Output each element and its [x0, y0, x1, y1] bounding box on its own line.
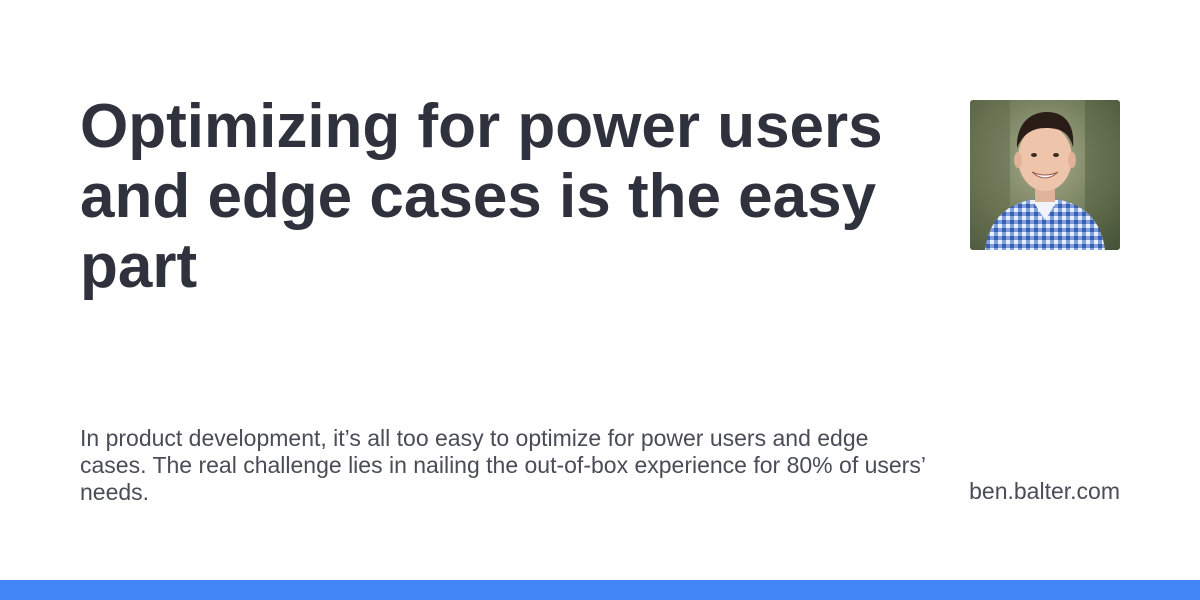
post-description: In product development, it’s all too eas…	[80, 425, 926, 505]
author-avatar	[970, 100, 1120, 250]
post-title: Optimizing for power users and edge case…	[80, 92, 883, 301]
accent-bar	[0, 580, 1200, 600]
social-card: Optimizing for power users and edge case…	[0, 0, 1200, 600]
site-url: ben.balter.com	[969, 478, 1120, 504]
